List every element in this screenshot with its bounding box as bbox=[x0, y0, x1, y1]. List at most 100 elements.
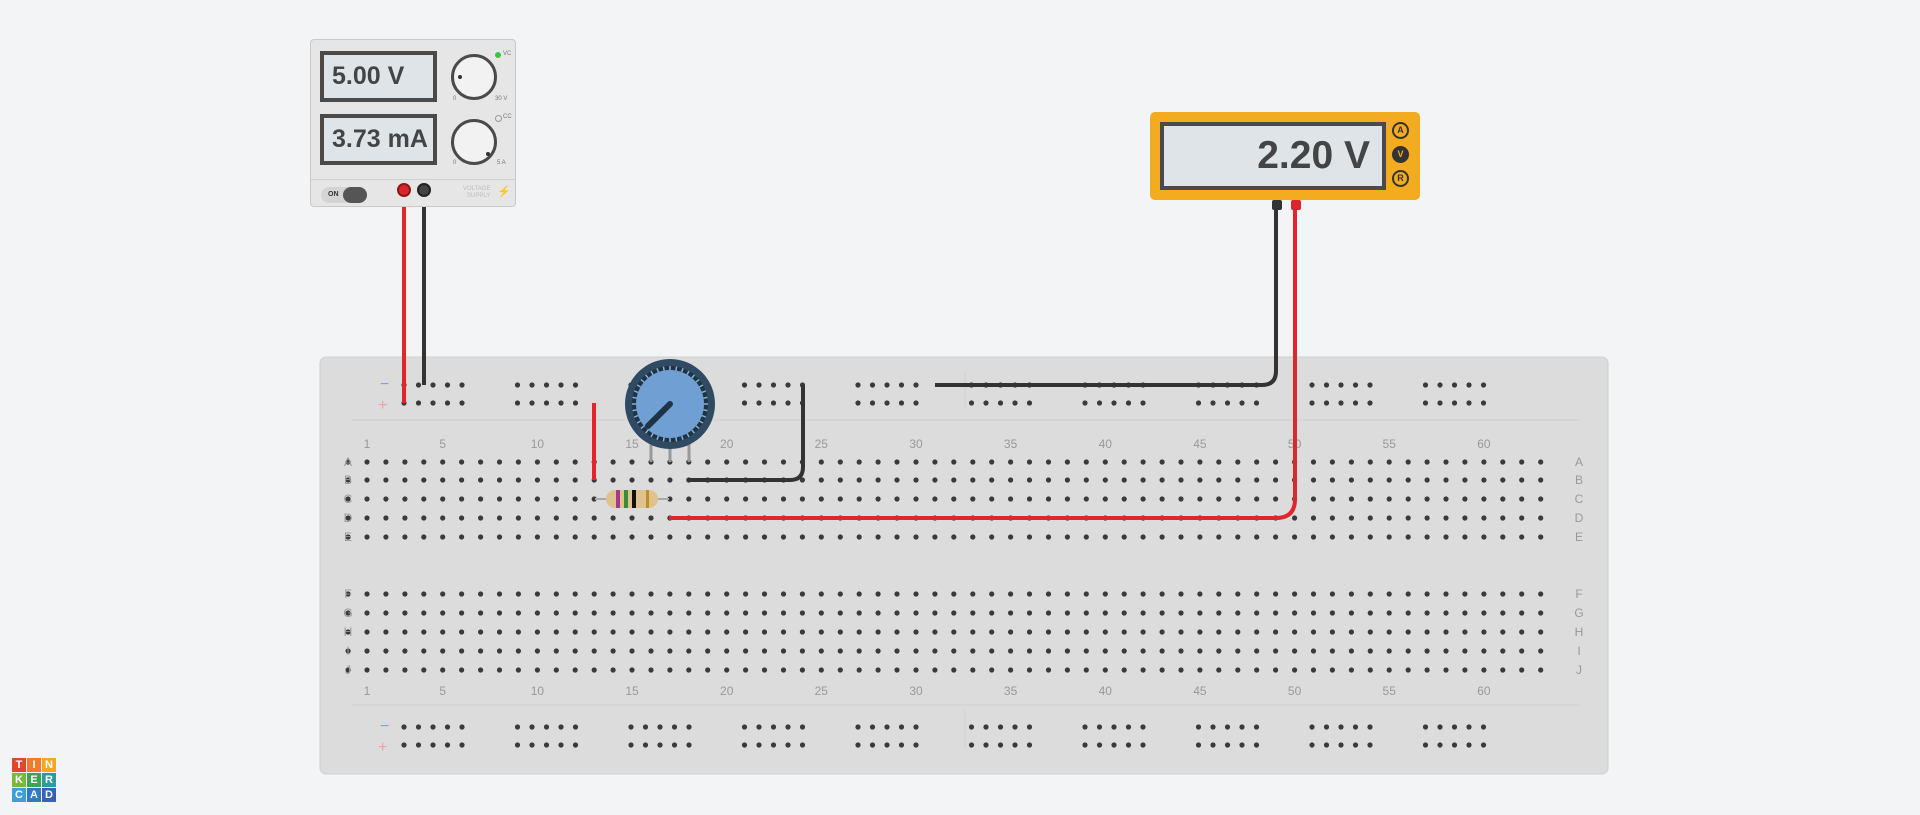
breadboard-hole[interactable] bbox=[1424, 477, 1430, 483]
breadboard-hole[interactable] bbox=[1159, 534, 1165, 540]
breadboard-hole[interactable] bbox=[1405, 459, 1411, 465]
breadboard-hole[interactable] bbox=[951, 477, 957, 483]
breadboard-hole[interactable] bbox=[364, 534, 370, 540]
breadboard-hole[interactable] bbox=[1348, 610, 1354, 616]
breadboard-hole[interactable] bbox=[932, 629, 938, 635]
breadboard-hole[interactable] bbox=[1235, 629, 1241, 635]
breadboard-hole[interactable] bbox=[705, 610, 711, 616]
breadboard-hole[interactable] bbox=[553, 591, 559, 597]
breadboard-hole[interactable] bbox=[1178, 477, 1184, 483]
breadboard-hole[interactable] bbox=[1323, 400, 1330, 406]
breadboard-hole[interactable] bbox=[1273, 629, 1279, 635]
breadboard-hole[interactable] bbox=[534, 459, 541, 465]
breadboard-hole[interactable] bbox=[1121, 459, 1127, 465]
breadboard-hole[interactable] bbox=[1437, 400, 1443, 406]
breadboard-hole[interactable] bbox=[364, 459, 370, 465]
breadboard-hole[interactable] bbox=[743, 534, 749, 540]
breadboard-hole[interactable] bbox=[1096, 400, 1103, 406]
power-supply[interactable]: 5.00 V 3.73 mA VC CC 0 30 V 0 5 A ON VOL… bbox=[310, 39, 516, 207]
breadboard-hole[interactable] bbox=[1338, 400, 1344, 406]
breadboard-hole[interactable] bbox=[1111, 742, 1117, 748]
breadboard-hole[interactable] bbox=[478, 534, 484, 540]
breadboard-hole[interactable] bbox=[1367, 496, 1373, 502]
breadboard-hole[interactable] bbox=[1424, 459, 1430, 465]
breadboard-hole[interactable] bbox=[1008, 610, 1014, 616]
breadboard-hole[interactable] bbox=[1352, 742, 1359, 748]
breadboard-hole[interactable] bbox=[785, 724, 791, 730]
breadboard-hole[interactable] bbox=[1310, 648, 1317, 654]
breadboard-hole[interactable] bbox=[553, 496, 559, 502]
breadboard-hole[interactable] bbox=[1329, 515, 1335, 521]
breadboard-hole[interactable] bbox=[970, 477, 976, 483]
breadboard-hole[interactable] bbox=[534, 629, 541, 635]
breadboard-hole[interactable] bbox=[421, 629, 427, 635]
breadboard-hole[interactable] bbox=[1121, 496, 1127, 502]
breadboard-hole[interactable] bbox=[496, 648, 503, 654]
breadboard-hole[interactable] bbox=[1235, 610, 1241, 616]
breadboard-hole[interactable] bbox=[780, 667, 787, 673]
breadboard-hole[interactable] bbox=[1538, 534, 1544, 540]
breadboard-hole[interactable] bbox=[1253, 742, 1260, 748]
breadboard-hole[interactable] bbox=[686, 496, 692, 502]
breadboard-hole[interactable] bbox=[951, 534, 957, 540]
breadboard-hole[interactable] bbox=[1500, 629, 1506, 635]
breadboard-hole[interactable] bbox=[534, 534, 541, 540]
breadboard-hole[interactable] bbox=[515, 648, 522, 654]
meter-probe-red[interactable] bbox=[1291, 200, 1301, 210]
breadboard-hole[interactable] bbox=[553, 534, 559, 540]
breadboard-hole[interactable] bbox=[1405, 477, 1411, 483]
breadboard-hole[interactable] bbox=[761, 534, 768, 540]
breadboard-hole[interactable] bbox=[642, 742, 649, 748]
breadboard-hole[interactable] bbox=[951, 629, 957, 635]
breadboard-hole[interactable] bbox=[1210, 724, 1216, 730]
breadboard-hole[interactable] bbox=[1519, 477, 1525, 483]
breadboard-hole[interactable] bbox=[884, 724, 890, 730]
breadboard-hole[interactable] bbox=[770, 382, 777, 388]
breadboard-hole[interactable] bbox=[743, 648, 749, 654]
breadboard-hole[interactable] bbox=[496, 591, 503, 597]
breadboard-hole[interactable] bbox=[1480, 742, 1487, 748]
breadboard-hole[interactable] bbox=[1102, 496, 1108, 502]
breadboard-hole[interactable] bbox=[1083, 534, 1089, 540]
breadboard-hole[interactable] bbox=[1178, 648, 1184, 654]
breadboard-hole[interactable] bbox=[869, 724, 876, 730]
breadboard-hole[interactable] bbox=[534, 610, 541, 616]
breadboard-hole[interactable] bbox=[913, 648, 919, 654]
breadboard-hole[interactable] bbox=[875, 591, 881, 597]
breadboard-hole[interactable] bbox=[1424, 667, 1430, 673]
breadboard-hole[interactable] bbox=[1443, 648, 1449, 654]
breadboard-hole[interactable] bbox=[558, 742, 564, 748]
breadboard-hole[interactable] bbox=[610, 648, 616, 654]
breadboard-hole[interactable] bbox=[1216, 648, 1222, 654]
breadboard-hole[interactable] bbox=[743, 496, 749, 502]
breadboard-hole[interactable] bbox=[440, 591, 446, 597]
breadboard-hole[interactable] bbox=[1026, 534, 1033, 540]
breadboard-hole[interactable] bbox=[1210, 742, 1216, 748]
breadboard-hole[interactable] bbox=[1338, 382, 1344, 388]
breadboard-hole[interactable] bbox=[1323, 382, 1330, 388]
breadboard-hole[interactable] bbox=[970, 610, 976, 616]
breadboard-hole[interactable] bbox=[1462, 648, 1468, 654]
breadboard-hole[interactable] bbox=[1367, 724, 1373, 730]
breadboard-hole[interactable] bbox=[970, 459, 976, 465]
breadboard-hole[interactable] bbox=[440, 648, 446, 654]
breadboard-hole[interactable] bbox=[1140, 610, 1146, 616]
breadboard-hole[interactable] bbox=[648, 629, 654, 635]
breadboard-hole[interactable] bbox=[1538, 477, 1544, 483]
breadboard-hole[interactable] bbox=[496, 667, 503, 673]
breadboard-hole[interactable] bbox=[1352, 724, 1359, 730]
breadboard-hole[interactable] bbox=[1386, 496, 1392, 502]
breadboard-hole[interactable] bbox=[913, 459, 919, 465]
tinkercad-logo[interactable]: T I N K E R C A D bbox=[12, 758, 56, 802]
breadboard-hole[interactable] bbox=[837, 667, 843, 673]
breadboard-hole[interactable] bbox=[818, 667, 824, 673]
breadboard-hole[interactable] bbox=[1538, 496, 1544, 502]
breadboard-hole[interactable] bbox=[1083, 477, 1089, 483]
breadboard-hole[interactable] bbox=[1197, 648, 1203, 654]
breadboard-hole[interactable] bbox=[534, 667, 541, 673]
breadboard-hole[interactable] bbox=[1273, 591, 1279, 597]
mode-volts-button[interactable]: V bbox=[1392, 146, 1409, 163]
breadboard-hole[interactable] bbox=[1026, 648, 1033, 654]
breadboard-hole[interactable] bbox=[1405, 667, 1411, 673]
breadboard-hole[interactable] bbox=[1121, 629, 1127, 635]
